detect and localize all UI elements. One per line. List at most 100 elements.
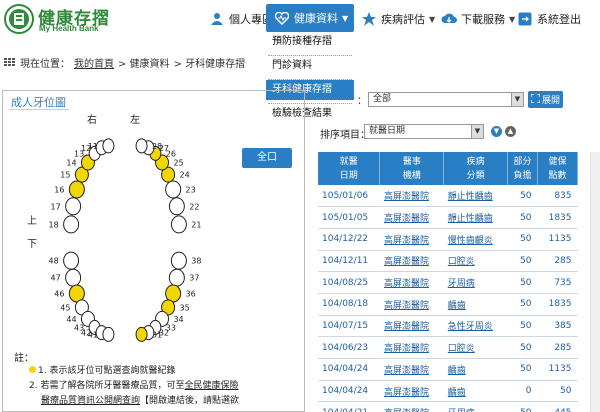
cell-institution-link[interactable]: 高屏澎醫院 — [379, 185, 444, 208]
header-points[interactable]: 健保 點數 — [537, 152, 578, 185]
cell-disease-link[interactable]: 齲齒 — [443, 380, 508, 403]
tooth-number-label: 31 — [152, 330, 162, 339]
filter-select-value: 全部 — [373, 94, 392, 104]
tooth-41 — [102, 326, 115, 342]
cell-institution-link[interactable]: 高屏澎醫院 — [379, 315, 444, 338]
cell-institution-link[interactable]: 高屏澎醫院 — [379, 293, 444, 316]
cell-institution-link[interactable]: 高屏澎醫院 — [379, 358, 444, 381]
sort-descending-icon[interactable]: ▼ — [491, 126, 502, 137]
header-inst-l2: 機構 — [402, 170, 421, 181]
cell-copay: 50 — [507, 315, 538, 338]
heart-icon — [274, 10, 290, 26]
table-row[interactable]: 104/06/23 高屏澎醫院 口腔炎 50 285 — [318, 336, 578, 359]
label-left: 左 — [130, 113, 140, 126]
nav-logout[interactable]: 系統登出 — [517, 6, 581, 32]
nhi-link[interactable]: 全民健康保險 — [184, 381, 238, 391]
tooth-16[interactable] — [68, 180, 85, 199]
cell-disease-link[interactable]: 齲齒 — [443, 358, 508, 381]
logo-icon[interactable] — [4, 4, 34, 34]
cell-copay: 50 — [507, 206, 538, 229]
nav-download-label: 下載服務 — [461, 13, 505, 26]
header-date-l1: 就醫 — [339, 156, 358, 167]
scrollbar[interactable] — [590, 152, 600, 412]
cell-disease-link[interactable]: 口腔炎 — [443, 336, 508, 359]
header-date[interactable]: 就醫 日期 — [318, 152, 381, 185]
table-row[interactable]: 104/08/18 高屏澎醫院 齲齒 50 1835 — [318, 293, 578, 316]
cell-disease-link[interactable]: 靜止性齲齒 — [443, 206, 508, 229]
cell-points: 50 — [537, 380, 578, 403]
cell-disease-link[interactable]: 牙周病 — [443, 271, 508, 294]
header-points-l1: 健保 — [548, 156, 567, 167]
tooth-number-label: 23 — [186, 185, 196, 194]
cell-disease-link[interactable]: 靜止性齲齒 — [443, 185, 508, 208]
quality-info-link[interactable]: 醫療品質資訊公開網查詢 — [41, 396, 140, 406]
breadcrumb-home-link[interactable]: 我的首頁 — [74, 55, 114, 70]
table-row[interactable]: 104/04/24 高屏澎醫院 齲齒 0 50 — [318, 380, 578, 403]
header-institution[interactable]: 醫事 機構 — [379, 152, 445, 185]
cell-institution-link[interactable]: 高屏澎醫院 — [379, 228, 444, 251]
chevron-down-icon: ▼ — [471, 125, 483, 138]
tooth-21 — [170, 215, 187, 234]
table-row[interactable]: 105/01/06 高屏澎醫院 靜止性齲齒 50 835 — [318, 185, 578, 208]
cell-institution-link[interactable]: 高屏澎醫院 — [379, 271, 444, 294]
cell-institution-link[interactable]: 高屏澎醫院 — [379, 336, 444, 359]
note-1: 1. 表示該牙位可點選查詢就醫紀錄 — [29, 363, 175, 376]
tooth-17 — [65, 197, 82, 216]
cell-date: 104/06/23 — [318, 336, 380, 359]
star-icon — [361, 11, 377, 27]
tooth-31[interactable] — [135, 326, 148, 342]
table-row[interactable]: 104/12/11 高屏澎醫院 口腔炎 50 285 — [318, 250, 578, 273]
cell-institution-link[interactable]: 高屏澎醫院 — [379, 380, 444, 403]
cell-date: 104/04/24 — [318, 380, 380, 403]
chevron-down-icon: ▼ — [342, 13, 349, 23]
tooth-22 — [168, 197, 185, 216]
cell-institution-link[interactable]: 高屏澎醫院 — [379, 401, 444, 412]
expand-button[interactable]: 展開 — [528, 91, 563, 108]
table-row[interactable]: 105/01/05 高屏澎醫院 靜止性齲齒 50 1835 — [318, 206, 578, 229]
nav-download[interactable]: 下載服務 ▼ — [441, 6, 515, 32]
note-2: 2. 若需了解各院所牙醫醫療品質，可至全民健康保險 — [29, 378, 238, 391]
header-copay-l1: 部分 — [513, 156, 532, 167]
cell-disease-link[interactable]: 慢性齒齦炎 — [443, 228, 508, 251]
cell-institution-link[interactable]: 高屏澎醫院 — [379, 250, 444, 273]
menu-item-outpatient[interactable]: 門診資料 — [266, 56, 354, 76]
tooth-chart-panel: 成人牙位圖 右 左 上 下 18 17 16 15 14 13 12 11 21 22 23 24 25… — [2, 90, 305, 412]
sort-select[interactable]: 就醫日期 ▼ — [364, 124, 484, 139]
cell-disease-link[interactable]: 牙周病 — [443, 401, 508, 412]
cell-disease-link[interactable]: 齲齒 — [443, 293, 508, 316]
header-copay[interactable]: 部分 負擔 — [507, 152, 539, 185]
cell-points: 1835 — [537, 206, 578, 229]
cell-points: 285 — [537, 336, 578, 359]
note-2-text: 2. 若需了解各院所牙醫醫療品質，可至 — [29, 381, 185, 391]
header-disease[interactable]: 疾病 分類 — [443, 152, 509, 185]
tooth-number-label: 48 — [49, 257, 59, 266]
breadcrumb: 現在位置： 我的首頁 > 健康資料 > 牙科健康存摺 — [4, 55, 245, 70]
nav-disease[interactable]: 疾病評估 ▼ — [361, 6, 435, 32]
cell-points: 285 — [537, 250, 578, 273]
grid-icon — [4, 58, 16, 67]
cell-institution-link[interactable]: 高屏澎醫院 — [379, 206, 444, 229]
cell-disease-link[interactable]: 急性牙周炎 — [443, 315, 508, 338]
cloud-download-icon — [441, 11, 457, 27]
table-row[interactable]: 104/07/15 高屏澎醫院 急性牙周炎 50 385 — [318, 315, 578, 338]
nav-health[interactable]: 健康資料 ▼ — [266, 4, 354, 32]
table-row[interactable]: 104/04/24 高屏澎醫院 齲齒 50 1135 — [318, 358, 578, 381]
cell-disease-link[interactable]: 口腔炎 — [443, 250, 508, 273]
user-icon — [209, 11, 225, 27]
cell-points: 445 — [537, 401, 578, 412]
chevron-down-icon: ▼ — [511, 93, 523, 106]
tooth-number-label: 18 — [49, 220, 59, 229]
table-row[interactable]: 104/04/21高屏澎醫院牙周病50445 — [318, 401, 578, 412]
tooth-number-label: 24 — [180, 171, 190, 180]
table-row[interactable]: 104/08/25 高屏澎醫院 牙周病 50 735 — [318, 271, 578, 294]
header-points-l2: 點數 — [548, 170, 567, 181]
menu-item-vaccination[interactable]: 預防接種存摺 — [266, 32, 354, 52]
tooth-48 — [63, 251, 80, 270]
cell-date: 104/08/18 — [318, 293, 380, 316]
all-teeth-button[interactable]: 全口 — [242, 148, 292, 168]
sort-ascending-icon[interactable]: ▲ — [505, 126, 516, 137]
table-row[interactable]: 104/12/22 高屏澎醫院 慢性齒齦炎 50 1135 — [318, 228, 578, 251]
tooth-11 — [102, 138, 115, 154]
cell-copay: 50 — [507, 401, 538, 412]
filter-select[interactable]: 全部 ▼ — [368, 92, 524, 107]
